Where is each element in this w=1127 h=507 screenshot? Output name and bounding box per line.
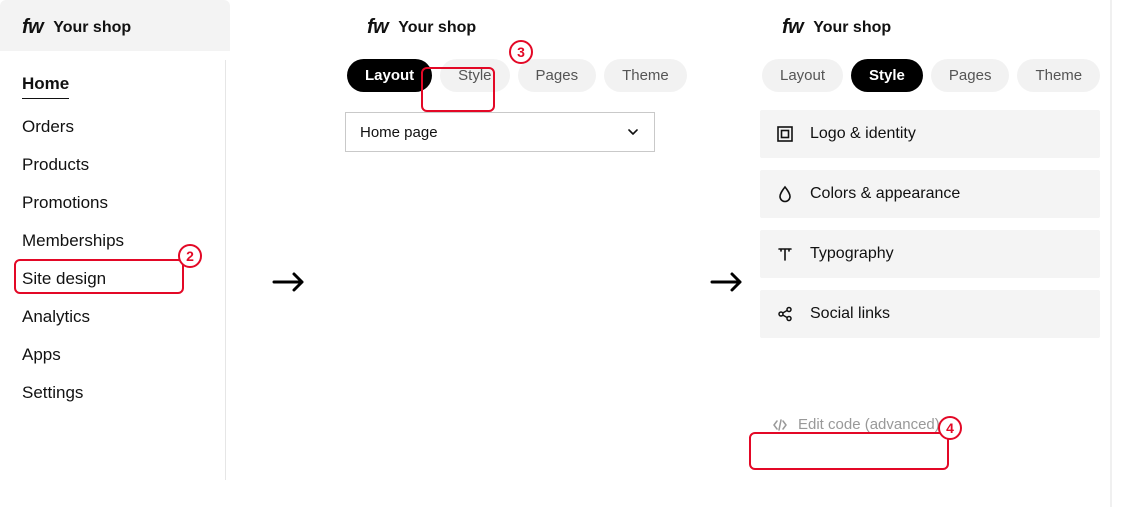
arrow-icon: [710, 270, 744, 294]
header: fw Your shop: [760, 0, 1100, 51]
logo: fw: [782, 16, 803, 39]
logo: fw: [367, 16, 388, 39]
style-option-typography[interactable]: Typography: [760, 230, 1100, 278]
nav-item-apps[interactable]: Apps: [22, 336, 61, 374]
tab-layout[interactable]: Layout: [762, 59, 843, 92]
panel-navigation: fw Your shop Home Orders Products Promot…: [0, 0, 230, 412]
edit-code-label: Edit code (advanced): [798, 416, 940, 433]
nav-item-home[interactable]: Home: [22, 65, 69, 108]
nav-item-settings[interactable]: Settings: [22, 374, 83, 412]
nav-item-memberships[interactable]: Memberships: [22, 222, 124, 260]
panel-site-design-layout: fw Your shop Layout Style Pages Theme Ho…: [345, 0, 665, 152]
panel-edge: [1110, 0, 1112, 507]
style-option-list: Logo & identity Colors & appearance Typo…: [760, 110, 1100, 338]
style-option-colors[interactable]: Colors & appearance: [760, 170, 1100, 218]
shop-name: Your shop: [398, 19, 476, 37]
header: fw Your shop: [345, 0, 665, 51]
chevron-down-icon: [626, 125, 640, 139]
style-option-label: Colors & appearance: [810, 185, 960, 203]
drop-icon: [776, 185, 794, 203]
header: fw Your shop: [0, 0, 230, 51]
style-option-label: Typography: [810, 245, 894, 263]
share-icon: [776, 305, 794, 323]
tab-bar: Layout Style Pages Theme: [345, 55, 665, 92]
tab-bar: Layout Style Pages Theme: [760, 55, 1100, 92]
panel-site-design-style: fw Your shop Layout Style Pages Theme Lo…: [760, 0, 1100, 441]
edit-code-button[interactable]: Edit code (advanced): [760, 408, 952, 441]
nav-item-promotions[interactable]: Promotions: [22, 184, 108, 222]
style-option-label: Social links: [810, 305, 890, 323]
logo: fw: [22, 16, 43, 39]
nav-item-site-design[interactable]: Site design: [22, 260, 106, 298]
page-select[interactable]: Home page: [345, 112, 655, 152]
shop-name: Your shop: [813, 19, 891, 37]
primary-nav: Home Orders Products Promotions Membersh…: [0, 51, 230, 412]
nav-item-products[interactable]: Products: [22, 146, 89, 184]
nav-item-orders[interactable]: Orders: [22, 108, 74, 146]
nav-item-analytics[interactable]: Analytics: [22, 298, 90, 336]
arrow-icon: [272, 270, 306, 294]
style-option-label: Logo & identity: [810, 125, 916, 143]
style-option-logo-identity[interactable]: Logo & identity: [760, 110, 1100, 158]
tab-style[interactable]: Style: [851, 59, 923, 92]
page-select-value: Home page: [360, 124, 438, 141]
code-icon: [772, 417, 788, 433]
panel-divider: [225, 60, 226, 480]
annotation-badge-4: 4: [938, 416, 962, 440]
annotation-badge-3: 3: [509, 40, 533, 64]
type-icon: [776, 245, 794, 263]
shop-name: Your shop: [53, 19, 131, 37]
tab-style[interactable]: Style: [440, 59, 509, 92]
tab-theme[interactable]: Theme: [1017, 59, 1100, 92]
style-option-social[interactable]: Social links: [760, 290, 1100, 338]
annotation-badge-2: 2: [178, 244, 202, 268]
tab-theme[interactable]: Theme: [604, 59, 687, 92]
tab-layout[interactable]: Layout: [347, 59, 432, 92]
square-icon: [776, 125, 794, 143]
tab-pages[interactable]: Pages: [518, 59, 597, 92]
tab-pages[interactable]: Pages: [931, 59, 1010, 92]
